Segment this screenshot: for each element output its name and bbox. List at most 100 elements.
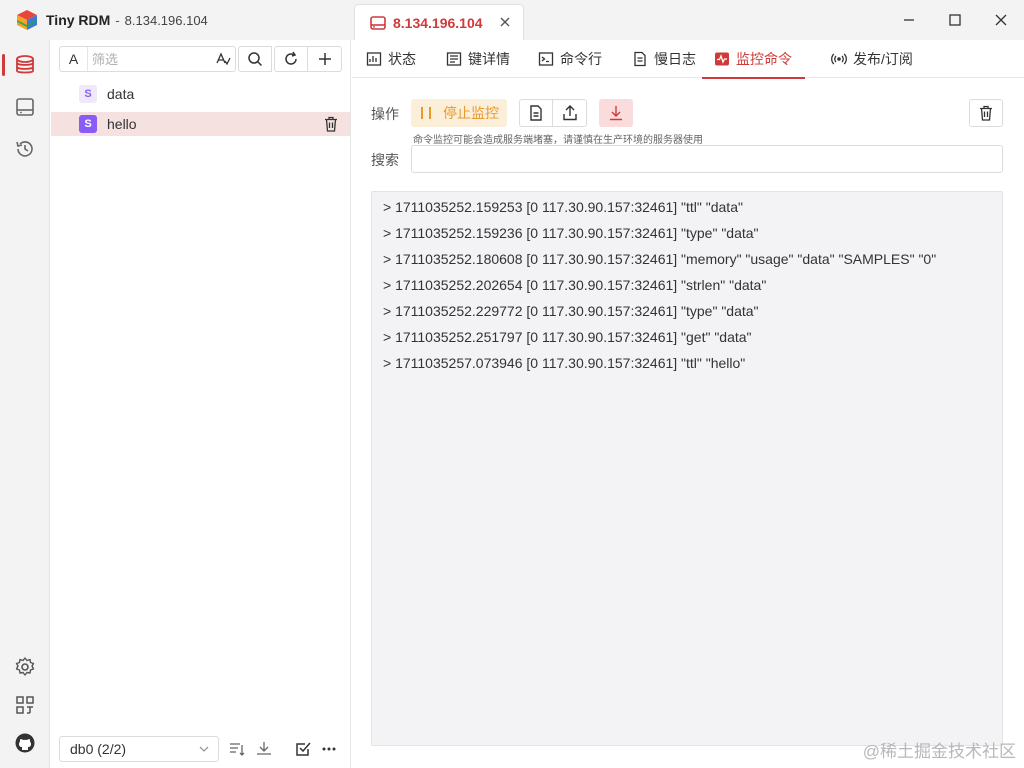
database-icon [16,55,34,74]
tab-cli-label: 命令行 [560,51,602,67]
sort-button[interactable] [227,739,247,759]
copy-document-icon [530,105,542,121]
check-mode-button[interactable] [293,739,313,759]
status-icon [366,52,382,66]
more-button[interactable] [319,739,339,759]
copy-log-button[interactable] [519,99,553,127]
stop-monitor-label: 停止监控 [443,105,499,121]
pause-icon [421,107,431,119]
app-name: Tiny RDM [46,12,111,28]
clear-log-button[interactable] [969,99,1003,127]
match-case-icon [216,52,231,66]
watermark: @稀土掘金技术社区 [862,742,1016,761]
app-logo-icon [17,10,37,30]
filter-type-button[interactable]: A [60,47,88,71]
rail-settings-button[interactable] [0,650,50,684]
slow-log-icon [634,51,646,67]
download-icon [610,106,622,121]
rail-server-button[interactable] [0,90,50,124]
main-content: 状态 键详情 命令行 慢日志 监控命令 发布/订阅 操作 停止监控 命令监控可能… [352,40,1024,768]
github-icon [15,733,35,753]
db-footer: db0 (2/2) [51,730,350,768]
nav-rail [0,40,50,768]
filter-toolbar: A [59,46,342,72]
maximize-button[interactable] [932,0,978,40]
chevron-down-icon [199,746,209,752]
tab-monitor-label: 监控命令 [736,51,792,67]
rail-apps-button[interactable] [0,688,50,722]
close-window-button[interactable] [978,0,1024,40]
app-host: 8.134.196.104 [124,12,208,28]
minimize-button[interactable] [886,0,932,40]
log-line: > 1711035257.073946 [0 117.30.90.157:324… [383,355,746,371]
terminal-icon [538,52,554,66]
key-name: data [107,86,135,102]
search-button[interactable] [238,46,273,72]
import-button[interactable] [254,739,274,759]
set-type-badge: S [79,115,97,133]
log-search-input[interactable] [411,145,1003,173]
server-icon [16,98,34,116]
tab-key-detail[interactable]: 键详情 [446,40,510,78]
key-browser-panel: A 筛选 S data S hello db0 (2/2) [51,40,351,768]
refresh-button[interactable] [274,46,309,72]
filter-input[interactable] [88,48,212,70]
close-tab-icon[interactable] [497,14,513,30]
monitor-warning-text: 命令监控可能会造成服务端堵塞，请谨慎在生产环境的服务器使用 [413,135,703,146]
log-line: > 1711035252.159253 [0 117.30.90.157:324… [383,199,743,215]
maximize-icon [949,14,961,26]
broadcast-icon [831,53,847,65]
log-line: > 1711035252.159236 [0 117.30.90.157:324… [383,225,759,241]
download-icon [257,742,271,755]
trash-icon [980,105,992,121]
more-dots-icon [322,747,336,751]
refresh-icon [285,51,297,65]
tab-slow-log-label: 慢日志 [654,51,696,67]
tab-monitor[interactable]: 监控命令 [702,40,805,79]
stop-monitor-button[interactable]: 停止监控 [411,99,507,127]
key-row[interactable]: S hello [51,112,350,136]
rail-github-button[interactable] [0,726,50,760]
tab-status-label: 状态 [388,51,416,67]
apps-grid-icon [16,696,34,714]
monitor-log-area[interactable]: > 1711035252.159253 [0 117.30.90.157:324… [371,191,1003,746]
db-select[interactable]: db0 (2/2) [59,736,219,762]
tab-pubsub[interactable]: 发布/订阅 [831,40,913,78]
key-list: S data S hello [51,82,350,142]
filter-match-case-button[interactable] [211,47,235,71]
app-header: Tiny RDM - 8.134.196.104 [0,0,352,40]
sub-tab-bar: 状态 键详情 命令行 慢日志 监控命令 发布/订阅 [352,40,1024,79]
log-line: > 1711035252.202654 [0 117.30.90.157:324… [383,277,767,293]
monitor-icon [715,52,729,66]
trash-icon[interactable] [322,115,340,133]
connection-tab-label: 8.134.196.104 [393,14,483,31]
active-tab-underline [702,77,805,79]
tab-cli[interactable]: 命令行 [538,40,602,78]
gear-icon [15,657,35,676]
rail-database-button[interactable] [0,48,50,82]
log-line: > 1711035252.229772 [0 117.30.90.157:324… [383,303,759,319]
close-icon [995,14,1007,26]
server-icon [370,15,386,30]
tab-status[interactable]: 状态 [366,40,416,78]
add-key-button[interactable] [308,46,342,72]
key-name: hello [107,116,137,132]
download-log-button[interactable] [599,99,633,127]
minimize-icon [904,19,914,21]
upload-icon [562,105,577,121]
tab-slow-log[interactable]: 慢日志 [632,40,696,78]
log-line: > 1711035252.251797 [0 117.30.90.157:324… [383,329,752,345]
tab-strip: 8.134.196.104 [352,0,1024,40]
connection-tab[interactable]: 8.134.196.104 [354,4,524,40]
export-log-button[interactable] [552,99,587,127]
app-name-separator: - [115,12,120,28]
tab-key-detail-label: 键详情 [468,51,510,67]
sort-list-icon [230,743,245,756]
operations-label: 操作 [371,106,399,122]
search-icon [248,52,263,67]
plus-icon [318,53,331,65]
rail-history-button[interactable] [0,132,50,166]
key-row[interactable]: S data [51,82,350,106]
filter-box: A [59,46,237,72]
tab-pubsub-label: 发布/订阅 [853,51,913,67]
